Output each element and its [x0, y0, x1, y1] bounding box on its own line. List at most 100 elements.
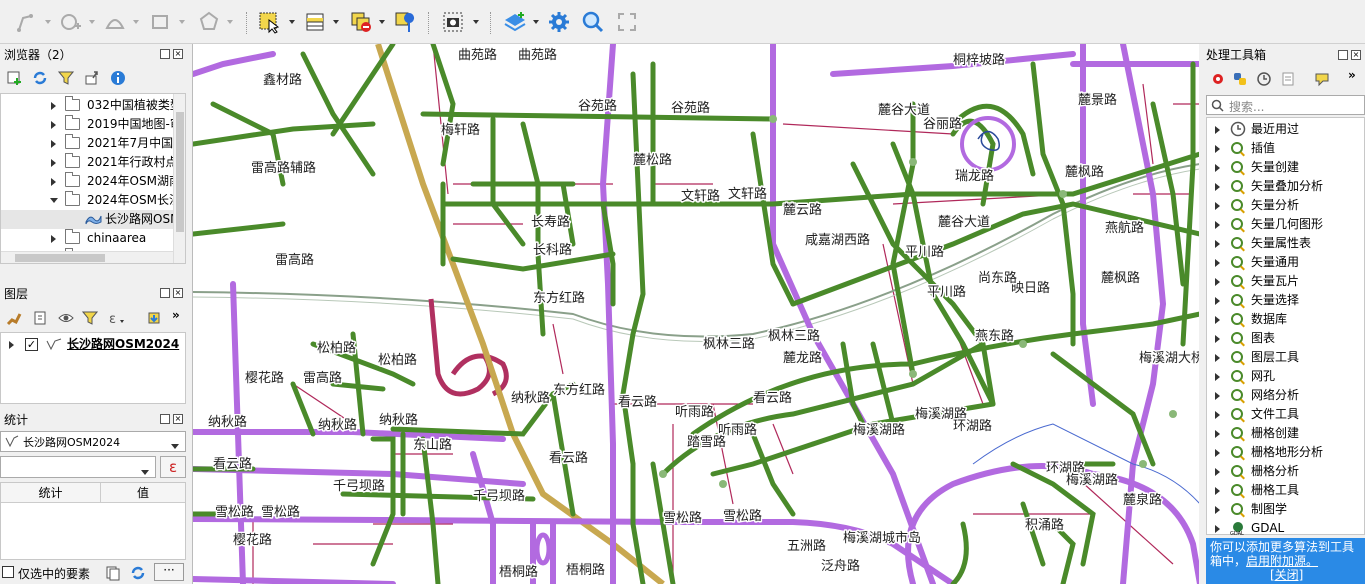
chevron-down-icon[interactable] — [472, 16, 480, 26]
chevron-down-icon[interactable] — [378, 16, 386, 26]
visibility-eye-icon[interactable] — [58, 310, 74, 329]
float-panel-icon[interactable] — [160, 288, 170, 298]
enable-sources-link[interactable]: 启用附加源。 — [1246, 554, 1318, 568]
browser-vscrollbar[interactable] — [173, 94, 185, 263]
chevron-down-icon[interactable] — [178, 16, 186, 26]
expand-arrow-icon[interactable] — [51, 102, 56, 110]
expand-arrow-icon[interactable] — [1215, 259, 1220, 267]
algo-group[interactable]: 矢量选择 — [1211, 291, 1365, 310]
algo-group[interactable]: 栅格分析 — [1211, 462, 1365, 481]
browser-item[interactable]: 032中国植被类型 — [1, 96, 185, 115]
expression-filter-icon[interactable]: ε — [108, 310, 126, 329]
stats-col-header[interactable]: 统计 — [1, 483, 101, 503]
scrollbar-thumb[interactable] — [176, 112, 184, 232]
expand-arrow-icon[interactable] — [1215, 392, 1220, 400]
expand-arrow-icon[interactable] — [51, 140, 56, 148]
algo-group[interactable]: 栅格工具 — [1211, 481, 1365, 500]
add-selected-icon[interactable] — [6, 70, 22, 89]
gear-icon[interactable] — [546, 9, 572, 35]
chevron-down-icon[interactable] — [226, 16, 234, 26]
selected-only-checkbox[interactable] — [2, 566, 14, 578]
expand-arrow-icon[interactable] — [1215, 221, 1220, 229]
algo-group[interactable]: 网孔 — [1211, 367, 1365, 386]
add-group-icon[interactable] — [32, 310, 48, 329]
expand-arrow-icon[interactable] — [1215, 373, 1220, 381]
close-icon[interactable]: × — [173, 414, 183, 424]
expand-arrow-icon[interactable] — [1215, 411, 1220, 419]
more-icon[interactable]: » — [172, 308, 180, 322]
filter-icon[interactable] — [81, 310, 99, 329]
expand-arrow-icon[interactable] — [1215, 468, 1220, 476]
expand-arrow-icon[interactable] — [1215, 487, 1220, 495]
expand-arrow-icon[interactable] — [1215, 354, 1220, 362]
close-icon[interactable]: × — [173, 288, 183, 298]
algo-group[interactable]: GDAL GDAL — [1211, 519, 1365, 538]
float-panel-icon[interactable] — [160, 49, 170, 59]
map-canvas[interactable]: 曲苑路 曲苑路 桐梓坡路 鑫材路 谷苑路 谷苑路 梅轩路 文轩路 文轩路 长寿路… — [192, 44, 1199, 584]
results-icon[interactable] — [1280, 71, 1296, 90]
algo-group[interactable]: 矢量创建 — [1211, 158, 1365, 177]
algo-group[interactable]: 网络分析 — [1211, 386, 1365, 405]
search-icon[interactable] — [580, 9, 606, 35]
models-icon[interactable] — [1210, 71, 1226, 90]
browser-item[interactable]: 2024年OSM湖南 — [1, 172, 185, 191]
algo-group[interactable]: 矢量瓦片 — [1211, 272, 1365, 291]
algo-group[interactable]: 矢量分析 — [1211, 196, 1365, 215]
more-options-button[interactable]: ··· — [154, 563, 184, 581]
expand-arrow-icon[interactable] — [51, 121, 56, 129]
expand-arrow-icon[interactable] — [1215, 240, 1220, 248]
deselect-icon[interactable] — [348, 9, 374, 35]
algo-group[interactable]: 图层工具 — [1211, 348, 1365, 367]
scrollbar-thumb[interactable] — [15, 254, 105, 262]
chevron-down-icon[interactable] — [88, 16, 96, 26]
close-icon[interactable]: × — [1351, 50, 1361, 60]
expand-arrow-icon[interactable] — [1215, 335, 1220, 343]
add-layer-icon[interactable] — [502, 9, 528, 35]
rotate-feature-icon[interactable] — [196, 9, 222, 35]
algo-group-recent[interactable]: 最近用过 — [1211, 120, 1365, 139]
style-brush-icon[interactable] — [6, 310, 22, 329]
edit-features-icon[interactable] — [1314, 71, 1330, 90]
browser-item[interactable]: 2021年7月中国 — [1, 134, 185, 153]
algo-group[interactable]: 制图学 — [1211, 500, 1365, 519]
expand-arrow-icon[interactable] — [9, 341, 14, 349]
move-feature-icon[interactable] — [148, 9, 174, 35]
chevron-down-icon[interactable] — [288, 16, 296, 26]
more-icon[interactable]: » — [1348, 68, 1356, 82]
expand-arrow-icon[interactable] — [1215, 278, 1220, 286]
float-panel-icon[interactable] — [160, 414, 170, 424]
refresh-icon[interactable] — [32, 70, 48, 89]
history-icon[interactable] — [1256, 71, 1272, 90]
chevron-down-icon[interactable] — [132, 16, 140, 26]
expand-arrow-icon[interactable] — [51, 159, 56, 167]
expand-arrow-icon[interactable] — [1215, 430, 1220, 438]
copy-icon[interactable] — [104, 565, 120, 584]
expand-arrow-icon[interactable] — [1215, 145, 1220, 153]
move-down-icon[interactable] — [146, 310, 162, 329]
expand-arrow-icon[interactable] — [1215, 525, 1220, 533]
browser-item[interactable]: 2019中国地图-审 — [1, 115, 185, 134]
value-col-header[interactable]: 值 — [101, 483, 185, 503]
algo-group[interactable]: 图表 — [1211, 329, 1365, 348]
expand-arrow-icon[interactable] — [51, 235, 56, 243]
edit-geometry-icon[interactable] — [102, 9, 128, 35]
stats-layer-select[interactable]: 长沙路网OSM2024 — [0, 431, 186, 452]
layer-item[interactable]: ✓ 长沙路网OSM2024 — [1, 335, 185, 354]
expression-button[interactable]: ε — [160, 456, 186, 478]
info-icon[interactable] — [110, 70, 126, 89]
expand-arrow-icon[interactable] — [1215, 297, 1220, 305]
expand-arrow-icon[interactable] — [1215, 316, 1220, 324]
algo-group[interactable]: 数据库 — [1211, 310, 1365, 329]
chevron-down-icon[interactable] — [532, 16, 540, 26]
attribute-table-icon[interactable] — [302, 9, 328, 35]
algo-group[interactable]: 矢量通用 — [1211, 253, 1365, 272]
refresh-icon[interactable] — [130, 565, 146, 584]
browser-item[interactable]: chinaarea — [1, 229, 185, 248]
algo-group[interactable]: 矢量几何图形 — [1211, 215, 1365, 234]
expand-arrow-icon[interactable] — [51, 178, 56, 186]
expand-arrow-icon[interactable] — [1215, 449, 1220, 457]
camera-icon[interactable] — [440, 9, 466, 35]
algo-group[interactable]: 插值 — [1211, 139, 1365, 158]
algo-group[interactable]: 文件工具 — [1211, 405, 1365, 424]
expand-arrow-icon[interactable] — [1215, 506, 1220, 514]
